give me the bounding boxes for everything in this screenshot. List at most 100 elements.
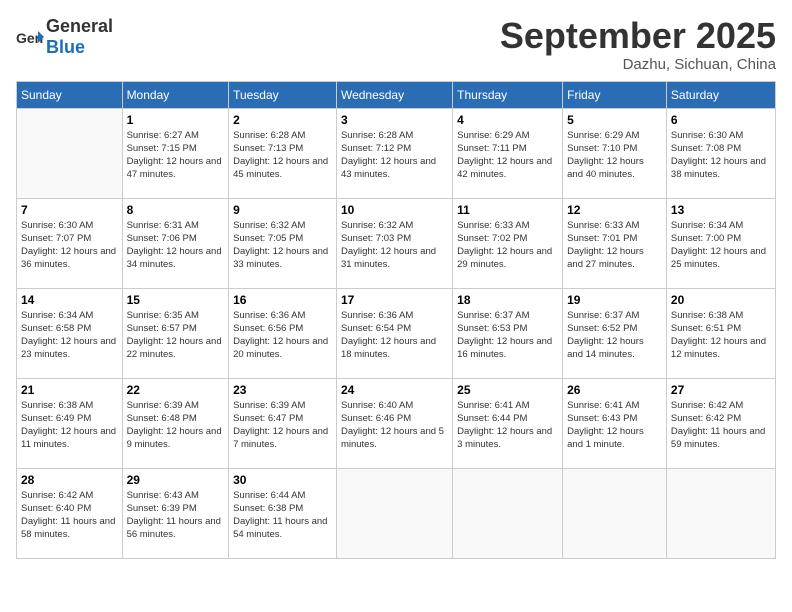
day-info: Sunrise: 6:41 AMSunset: 6:43 PMDaylight:…	[567, 399, 662, 452]
day-of-week-header: Tuesday	[229, 81, 337, 108]
calendar-cell: 9 Sunrise: 6:32 AMSunset: 7:05 PMDaylight…	[229, 198, 337, 288]
day-info: Sunrise: 6:32 AMSunset: 7:03 PMDaylight:…	[341, 219, 448, 272]
day-info: Sunrise: 6:44 AMSunset: 6:38 PMDaylight:…	[233, 489, 332, 542]
day-number: 18	[457, 293, 558, 307]
calendar-cell	[563, 468, 667, 558]
day-info: Sunrise: 6:27 AMSunset: 7:15 PMDaylight:…	[127, 129, 225, 182]
title-block: September 2025 Dazhu, Sichuan, China	[500, 16, 776, 73]
calendar-cell: 25 Sunrise: 6:41 AMSunset: 6:44 PMDayligh…	[453, 378, 563, 468]
day-number: 5	[567, 113, 662, 127]
calendar-cell: 4 Sunrise: 6:29 AMSunset: 7:11 PMDaylight…	[453, 108, 563, 198]
day-info: Sunrise: 6:42 AMSunset: 6:40 PMDaylight:…	[21, 489, 118, 542]
month-title: September 2025	[500, 16, 776, 56]
calendar-week-row: 7 Sunrise: 6:30 AMSunset: 7:07 PMDaylight…	[17, 198, 776, 288]
logo-icon: General	[16, 23, 44, 51]
day-number: 29	[127, 473, 225, 487]
day-number: 7	[21, 203, 118, 217]
day-number: 14	[21, 293, 118, 307]
calendar-cell: 30 Sunrise: 6:44 AMSunset: 6:38 PMDayligh…	[229, 468, 337, 558]
day-info: Sunrise: 6:31 AMSunset: 7:06 PMDaylight:…	[127, 219, 225, 272]
day-number: 3	[341, 113, 448, 127]
day-of-week-header: Thursday	[453, 81, 563, 108]
calendar-table: SundayMondayTuesdayWednesdayThursdayFrid…	[16, 81, 776, 559]
day-number: 22	[127, 383, 225, 397]
calendar-cell: 2 Sunrise: 6:28 AMSunset: 7:13 PMDaylight…	[229, 108, 337, 198]
day-info: Sunrise: 6:37 AMSunset: 6:53 PMDaylight:…	[457, 309, 558, 362]
day-number: 21	[21, 383, 118, 397]
calendar-cell: 16 Sunrise: 6:36 AMSunset: 6:56 PMDayligh…	[229, 288, 337, 378]
day-number: 9	[233, 203, 332, 217]
day-number: 10	[341, 203, 448, 217]
logo: General General Blue	[16, 16, 113, 58]
calendar-week-row: 28 Sunrise: 6:42 AMSunset: 6:40 PMDayligh…	[17, 468, 776, 558]
day-number: 26	[567, 383, 662, 397]
calendar-cell: 14Sunrise: 6:34 AMSunset: 6:58 PMDayligh…	[17, 288, 123, 378]
day-info: Sunrise: 6:28 AMSunset: 7:13 PMDaylight:…	[233, 129, 332, 182]
day-info: Sunrise: 6:39 AMSunset: 6:47 PMDaylight:…	[233, 399, 332, 452]
calendar-week-row: 14Sunrise: 6:34 AMSunset: 6:58 PMDayligh…	[17, 288, 776, 378]
day-info: Sunrise: 6:28 AMSunset: 7:12 PMDaylight:…	[341, 129, 448, 182]
day-number: 25	[457, 383, 558, 397]
day-info: Sunrise: 6:41 AMSunset: 6:44 PMDaylight:…	[457, 399, 558, 452]
day-number: 16	[233, 293, 332, 307]
day-of-week-header: Sunday	[17, 81, 123, 108]
calendar-cell: 17 Sunrise: 6:36 AMSunset: 6:54 PMDayligh…	[336, 288, 452, 378]
day-number: 24	[341, 383, 448, 397]
day-info: Sunrise: 6:36 AMSunset: 6:54 PMDaylight:…	[341, 309, 448, 362]
day-info: Sunrise: 6:40 AMSunset: 6:46 PMDaylight:…	[341, 399, 448, 452]
day-number: 15	[127, 293, 225, 307]
day-info: Sunrise: 6:34 AMSunset: 7:00 PMDaylight:…	[671, 219, 771, 272]
day-info: Sunrise: 6:29 AMSunset: 7:11 PMDaylight:…	[457, 129, 558, 182]
calendar-cell: 10 Sunrise: 6:32 AMSunset: 7:03 PMDayligh…	[336, 198, 452, 288]
day-number: 17	[341, 293, 448, 307]
day-info: Sunrise: 6:39 AMSunset: 6:48 PMDaylight:…	[127, 399, 225, 452]
calendar-cell: 5Sunrise: 6:29 AMSunset: 7:10 PMDaylight…	[563, 108, 667, 198]
day-number: 4	[457, 113, 558, 127]
day-number: 30	[233, 473, 332, 487]
day-of-week-header: Friday	[563, 81, 667, 108]
day-number: 11	[457, 203, 558, 217]
day-info: Sunrise: 6:30 AMSunset: 7:08 PMDaylight:…	[671, 129, 771, 182]
location-subtitle: Dazhu, Sichuan, China	[500, 56, 776, 73]
day-of-week-header: Wednesday	[336, 81, 452, 108]
day-info: Sunrise: 6:35 AMSunset: 6:57 PMDaylight:…	[127, 309, 225, 362]
day-number: 8	[127, 203, 225, 217]
calendar-cell: 3 Sunrise: 6:28 AMSunset: 7:12 PMDaylight…	[336, 108, 452, 198]
calendar-cell: 26 Sunrise: 6:41 AMSunset: 6:43 PMDayligh…	[563, 378, 667, 468]
calendar-week-row: 1Sunrise: 6:27 AMSunset: 7:15 PMDaylight…	[17, 108, 776, 198]
day-number: 2	[233, 113, 332, 127]
calendar-cell: 18 Sunrise: 6:37 AMSunset: 6:53 PMDayligh…	[453, 288, 563, 378]
calendar-cell	[336, 468, 452, 558]
day-of-week-header: Saturday	[666, 81, 775, 108]
header-row: SundayMondayTuesdayWednesdayThursdayFrid…	[17, 81, 776, 108]
calendar-cell	[453, 468, 563, 558]
day-number: 12	[567, 203, 662, 217]
day-info: Sunrise: 6:42 AMSunset: 6:42 PMDaylight:…	[671, 399, 771, 452]
day-number: 27	[671, 383, 771, 397]
day-info: Sunrise: 6:43 AMSunset: 6:39 PMDaylight:…	[127, 489, 225, 542]
calendar-cell: 23 Sunrise: 6:39 AMSunset: 6:47 PMDayligh…	[229, 378, 337, 468]
calendar-cell: 13Sunrise: 6:34 AMSunset: 7:00 PMDayligh…	[666, 198, 775, 288]
day-info: Sunrise: 6:36 AMSunset: 6:56 PMDaylight:…	[233, 309, 332, 362]
calendar-cell: 1Sunrise: 6:27 AMSunset: 7:15 PMDaylight…	[122, 108, 229, 198]
day-info: Sunrise: 6:33 AMSunset: 7:01 PMDaylight:…	[567, 219, 662, 272]
day-info: Sunrise: 6:33 AMSunset: 7:02 PMDaylight:…	[457, 219, 558, 272]
calendar-cell	[17, 108, 123, 198]
day-info: Sunrise: 6:38 AMSunset: 6:49 PMDaylight:…	[21, 399, 118, 452]
calendar-cell: 6Sunrise: 6:30 AMSunset: 7:08 PMDaylight…	[666, 108, 775, 198]
day-info: Sunrise: 6:32 AMSunset: 7:05 PMDaylight:…	[233, 219, 332, 272]
calendar-cell: 21 Sunrise: 6:38 AMSunset: 6:49 PMDayligh…	[17, 378, 123, 468]
day-number: 19	[567, 293, 662, 307]
calendar-cell: 22 Sunrise: 6:39 AMSunset: 6:48 PMDayligh…	[122, 378, 229, 468]
calendar-cell: 19 Sunrise: 6:37 AMSunset: 6:52 PMDayligh…	[563, 288, 667, 378]
calendar-cell: 28 Sunrise: 6:42 AMSunset: 6:40 PMDayligh…	[17, 468, 123, 558]
day-number: 28	[21, 473, 118, 487]
day-info: Sunrise: 6:37 AMSunset: 6:52 PMDaylight:…	[567, 309, 662, 362]
calendar-cell: 12 Sunrise: 6:33 AMSunset: 7:01 PMDayligh…	[563, 198, 667, 288]
logo-general-text: General	[46, 16, 113, 36]
calendar-week-row: 21 Sunrise: 6:38 AMSunset: 6:49 PMDayligh…	[17, 378, 776, 468]
day-number: 23	[233, 383, 332, 397]
calendar-cell: 24 Sunrise: 6:40 AMSunset: 6:46 PMDayligh…	[336, 378, 452, 468]
day-number: 20	[671, 293, 771, 307]
day-info: Sunrise: 6:30 AMSunset: 7:07 PMDaylight:…	[21, 219, 118, 272]
